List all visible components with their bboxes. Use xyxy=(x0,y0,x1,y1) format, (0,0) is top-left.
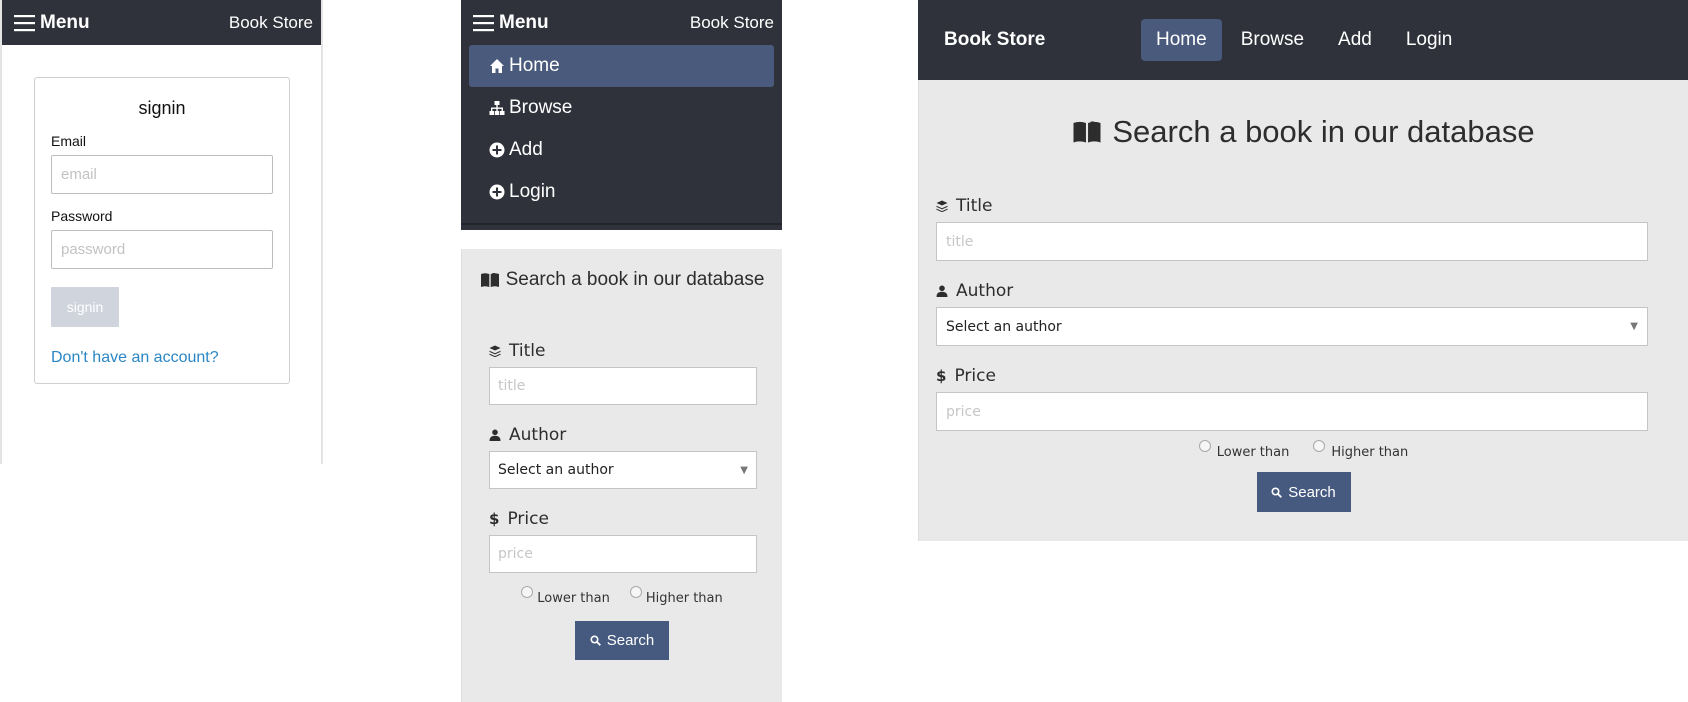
desktop-nav: Home Browse Add Login xyxy=(1141,19,1467,61)
mobile-signin-view: Menu Book Store signin Email Password si… xyxy=(0,0,323,464)
price-comparison-radios: Lower than Higher than xyxy=(462,586,782,606)
signin-card: signin Email Password signin Don't have … xyxy=(34,77,290,384)
mobile-nav-label: Login xyxy=(509,181,556,202)
search-button[interactable]: Search xyxy=(575,621,669,660)
search-heading: Search a book in our database xyxy=(919,112,1688,152)
search-button-label: Search xyxy=(1288,483,1336,501)
title-label: Title xyxy=(489,341,782,361)
author-select-value: Select an author xyxy=(498,462,614,478)
sitemap-icon xyxy=(489,101,505,115)
higher-than-option[interactable]: Higher than xyxy=(1313,440,1409,460)
divider xyxy=(461,223,782,225)
price-input[interactable] xyxy=(489,535,757,573)
price-comparison-radios: Lower than Higher than xyxy=(919,440,1688,460)
plus-circle-icon xyxy=(489,184,505,200)
search-heading: Search a book in our database xyxy=(462,269,782,291)
desktop-search-view: Book Store Home Browse Add Login Search … xyxy=(918,0,1688,541)
mobile-nav-label: Browse xyxy=(509,97,573,118)
nav-add[interactable]: Add xyxy=(1323,19,1387,61)
hamburger-icon xyxy=(473,14,494,31)
user-icon xyxy=(489,429,501,441)
higher-than-label: Higher than xyxy=(1331,445,1409,460)
dollar-icon: $ xyxy=(936,367,947,385)
mobile-menu-drawer: Menu Book Store Home Browse Add Login xyxy=(461,0,782,230)
higher-than-option[interactable]: Higher than xyxy=(629,586,723,606)
author-label: Author xyxy=(489,425,782,445)
hamburger-icon xyxy=(14,14,35,31)
password-field[interactable] xyxy=(51,230,273,269)
higher-than-radio[interactable] xyxy=(1313,440,1326,452)
title-label: Title xyxy=(936,196,1688,216)
price-label-text: Price xyxy=(954,366,996,386)
search-heading-text: Search a book in our database xyxy=(1112,114,1535,149)
author-label-text: Author xyxy=(956,281,1014,301)
mobile-nav-list: Home Browse Add Login xyxy=(461,45,782,213)
email-field[interactable] xyxy=(51,155,273,194)
search-heading-text: Search a book in our database xyxy=(505,269,765,290)
password-label: Password xyxy=(51,208,113,224)
mobile-nav-add[interactable]: Add xyxy=(469,129,774,171)
user-icon xyxy=(936,285,948,297)
search-form: Search a book in our database Title Auth… xyxy=(918,80,1688,541)
signin-title: signin xyxy=(138,98,186,118)
lower-than-radio[interactable] xyxy=(1198,440,1211,452)
nav-login[interactable]: Login xyxy=(1391,19,1468,61)
mobile-nav-home[interactable]: Home xyxy=(469,45,774,87)
author-select-value: Select an author xyxy=(946,318,1062,335)
menu-toggle-button[interactable]: Menu xyxy=(14,12,90,34)
lower-than-radio[interactable] xyxy=(521,586,534,598)
mobile-nav-label: Home xyxy=(509,55,560,76)
title-input[interactable] xyxy=(936,222,1648,261)
lower-than-option[interactable]: Lower than xyxy=(1198,440,1290,460)
mobile-navbar: Menu Book Store xyxy=(461,0,782,45)
lower-than-label: Lower than xyxy=(1216,445,1290,460)
price-label: $ Price xyxy=(936,366,1688,386)
search-icon xyxy=(590,635,601,646)
signin-button[interactable]: signin xyxy=(51,287,119,327)
higher-than-label: Higher than xyxy=(645,591,723,606)
lower-than-option[interactable]: Lower than xyxy=(521,586,610,606)
layers-icon xyxy=(936,200,948,212)
nav-browse[interactable]: Browse xyxy=(1226,19,1319,61)
title-input[interactable] xyxy=(489,367,757,405)
mobile-nav-browse[interactable]: Browse xyxy=(469,87,774,129)
menu-label: Menu xyxy=(40,11,90,33)
title-label-text: Title xyxy=(509,341,546,361)
price-label: $ Price xyxy=(489,509,782,529)
lower-than-label: Lower than xyxy=(537,591,610,606)
brand-link[interactable]: Book Store xyxy=(229,13,313,33)
chevron-down-icon: ▼ xyxy=(1630,321,1638,332)
higher-than-radio[interactable] xyxy=(629,586,642,598)
layers-icon xyxy=(489,345,501,357)
home-icon xyxy=(490,59,504,73)
menu-label: Menu xyxy=(499,11,549,33)
dollar-icon: $ xyxy=(489,510,500,528)
chevron-down-icon: ▼ xyxy=(740,464,748,476)
mobile-search-view: Menu Book Store Home Browse Add Login Se… xyxy=(461,0,782,702)
desktop-navbar: Book Store Home Browse Add Login xyxy=(918,0,1688,80)
search-icon xyxy=(1271,486,1283,498)
author-select[interactable]: Select an author ▼ xyxy=(489,451,757,489)
search-button[interactable]: Search xyxy=(1256,472,1351,512)
plus-circle-icon xyxy=(489,142,505,158)
search-button-label: Search xyxy=(606,632,655,649)
mobile-nav-login[interactable]: Login xyxy=(469,171,774,213)
mobile-nav-label: Add xyxy=(509,139,543,160)
brand-link[interactable]: Book Store xyxy=(944,29,1141,51)
price-label-text: Price xyxy=(507,509,549,529)
author-label-text: Author xyxy=(509,425,567,445)
author-select[interactable]: Select an author ▼ xyxy=(936,307,1648,346)
signup-link[interactable]: Don't have an account? xyxy=(51,349,273,367)
title-label-text: Title xyxy=(956,196,993,216)
brand-link[interactable]: Book Store xyxy=(690,13,774,33)
book-open-icon xyxy=(480,273,499,287)
menu-toggle-button[interactable]: Menu xyxy=(473,12,549,34)
mobile-navbar: Menu Book Store xyxy=(2,0,321,45)
email-label: Email xyxy=(51,133,87,149)
search-form: Search a book in our database Title Auth… xyxy=(461,249,782,702)
author-label: Author xyxy=(936,281,1688,301)
nav-home[interactable]: Home xyxy=(1141,19,1222,61)
book-open-icon xyxy=(1073,121,1101,143)
price-input[interactable] xyxy=(936,392,1648,431)
